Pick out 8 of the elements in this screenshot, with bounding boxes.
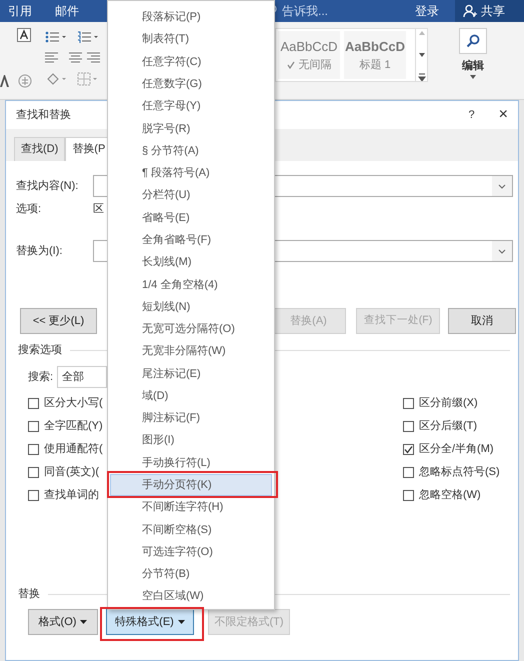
- field-label: 替换为(I):: [16, 244, 64, 259]
- dialog-title: 查找和替换: [16, 108, 71, 123]
- field-label: 搜索:: [28, 370, 54, 385]
- field-label: 选项:: [16, 202, 42, 217]
- field-label: 查找内容(N):: [16, 178, 80, 194]
- options-text: 区: [93, 202, 104, 217]
- section-heading: 搜索选项: [18, 342, 62, 358]
- section-heading: 替换: [18, 586, 40, 602]
